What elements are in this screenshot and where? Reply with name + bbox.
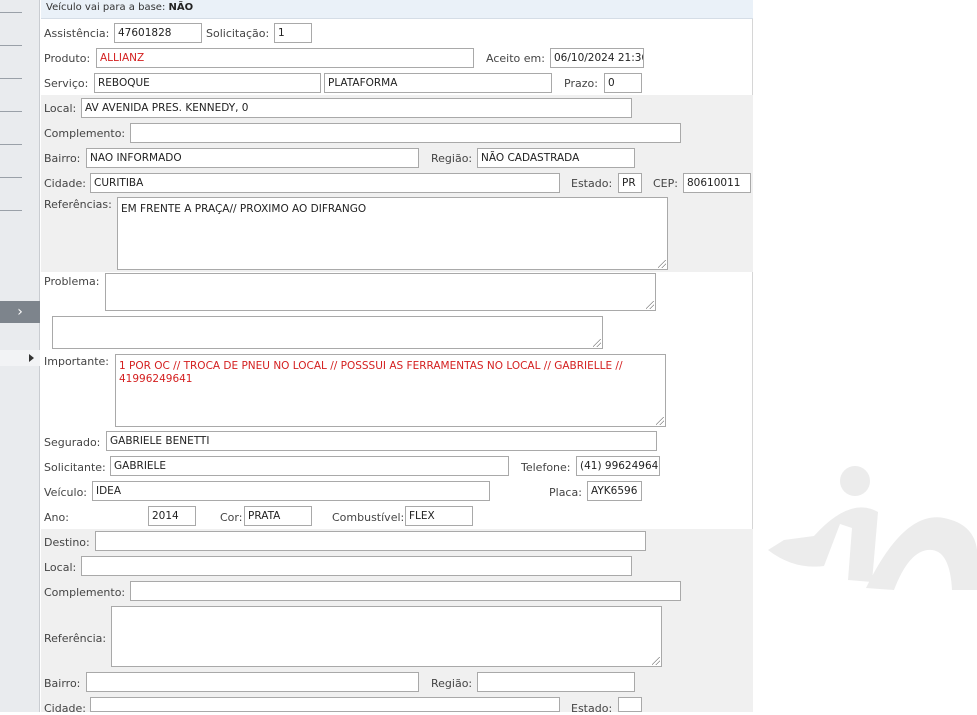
servico-field[interactable]: REBOQUE [94, 73, 321, 93]
ano-label: Ano: [44, 511, 69, 524]
problema-textarea[interactable] [105, 273, 656, 311]
cor-field[interactable]: PRATA [244, 506, 312, 526]
complemento-field[interactable] [130, 123, 681, 143]
estado-field[interactable]: PR [618, 173, 642, 193]
sidebar-collapse-button[interactable]: › [0, 301, 40, 323]
placa-label: Placa: [549, 486, 582, 499]
produto-label: Produto: [44, 52, 91, 65]
importante-label: Importante: [44, 355, 110, 368]
bairro-field[interactable]: NAO INFORMADO [86, 148, 419, 168]
solicitacao-label: Solicitação: [206, 27, 270, 40]
destino-complemento-label: Complemento: [44, 586, 126, 599]
destino-estado-field[interactable] [618, 697, 642, 712]
servico-tipo-field[interactable]: PLATAFORMA [324, 73, 552, 93]
sidebar-divider [0, 45, 22, 46]
destino-local-field[interactable] [81, 556, 632, 576]
local-label: Local: [44, 102, 77, 115]
chevron-right-icon: › [17, 304, 23, 320]
placa-field[interactable]: AYK6596 [587, 481, 642, 501]
prazo-field[interactable]: 0 [604, 73, 642, 93]
produto-field[interactable]: ALLIANZ [96, 48, 474, 68]
sidebar-divider [0, 12, 22, 13]
destino-referencia-textarea[interactable] [111, 606, 662, 667]
complemento-label: Complemento: [44, 127, 126, 140]
regiao-field[interactable]: NÃO CADASTRADA [477, 148, 635, 168]
destino-label: Destino: [44, 536, 90, 549]
solicitante-label: Solicitante: [44, 461, 106, 474]
combustivel-label: Combustível: [332, 511, 405, 524]
combustivel-field[interactable]: FLEX [405, 506, 473, 526]
banner-value: NÃO [168, 2, 194, 13]
destino-bairro-field[interactable] [86, 672, 419, 692]
importante-textarea[interactable]: 1 POR OC // TROCA DE PNEU NO LOCAL // PO… [115, 354, 666, 427]
destino-estado-label: Estado: [571, 702, 613, 715]
base-banner: Veículo vai para a base: NÃO [41, 0, 753, 19]
destino-bairro-label: Bairro: [44, 677, 81, 690]
telefone-field[interactable]: (41) 996249641 [576, 456, 660, 476]
service-form: Veículo vai para a base: NÃO Assistência… [41, 0, 753, 715]
cep-label: CEP: [653, 177, 678, 190]
sidebar-divider [0, 210, 22, 211]
destino-complemento-field[interactable] [130, 581, 681, 601]
referencias-textarea[interactable]: EM FRENTE A PRAÇA// PROXIMO AO DIFRANGO [117, 197, 668, 270]
bairro-label: Bairro: [44, 152, 81, 165]
assistencia-label: Assistência: [44, 27, 110, 40]
regiao-label: Região: [431, 152, 473, 165]
solicitacao-field[interactable]: 1 [274, 23, 312, 43]
destino-cidade-field[interactable] [90, 697, 560, 712]
cor-label: Cor: [220, 511, 243, 524]
local-field[interactable]: AV AVENIDA PRES. KENNEDY, 0 [81, 98, 632, 118]
veiculo-field[interactable]: IDEA [92, 481, 490, 501]
sidebar-divider [0, 111, 22, 112]
telefone-label: Telefone: [521, 461, 571, 474]
ano-field[interactable]: 2014 [148, 506, 196, 526]
sidebar-divider [0, 177, 22, 178]
watermark-logo [768, 466, 977, 590]
destino-field[interactable] [95, 531, 646, 551]
estado-label: Estado: [571, 177, 613, 190]
servico-label: Serviço: [44, 77, 89, 90]
assistencia-field[interactable]: 47601828 [114, 23, 202, 43]
cidade-field[interactable]: CURITIBA [90, 173, 560, 193]
destino-regiao-field[interactable] [477, 672, 635, 692]
segurado-field[interactable]: GABRIELE BENETTI [106, 431, 657, 451]
cidade-label: Cidade: [44, 177, 86, 190]
solicitante-field[interactable]: GABRIELE [110, 456, 509, 476]
sidebar-selected-row[interactable] [0, 350, 40, 366]
banner-text: Veículo vai para a base: [46, 2, 166, 13]
sidebar-divider [0, 78, 22, 79]
aceito-em-label: Aceito em: [486, 52, 545, 65]
observacao-textarea[interactable] [52, 316, 603, 349]
destino-local-label: Local: [44, 561, 77, 574]
veiculo-label: Veículo: [44, 486, 88, 499]
aceito-em-field[interactable]: 06/10/2024 21:36 [550, 48, 644, 68]
referencias-label: Referências: [44, 198, 112, 211]
sidebar-divider [0, 144, 22, 145]
triangle-right-icon[interactable] [29, 354, 34, 362]
destino-cidade-label: Cidade: [44, 702, 86, 715]
problema-label: Problema: [44, 275, 100, 288]
segurado-label: Segurado: [44, 436, 101, 449]
cep-field[interactable]: 80610011 [683, 173, 751, 193]
destino-referencia-label: Referência: [44, 632, 107, 645]
prazo-label: Prazo: [564, 77, 598, 90]
destino-regiao-label: Região: [431, 677, 473, 690]
left-sidebar: › [0, 0, 40, 712]
